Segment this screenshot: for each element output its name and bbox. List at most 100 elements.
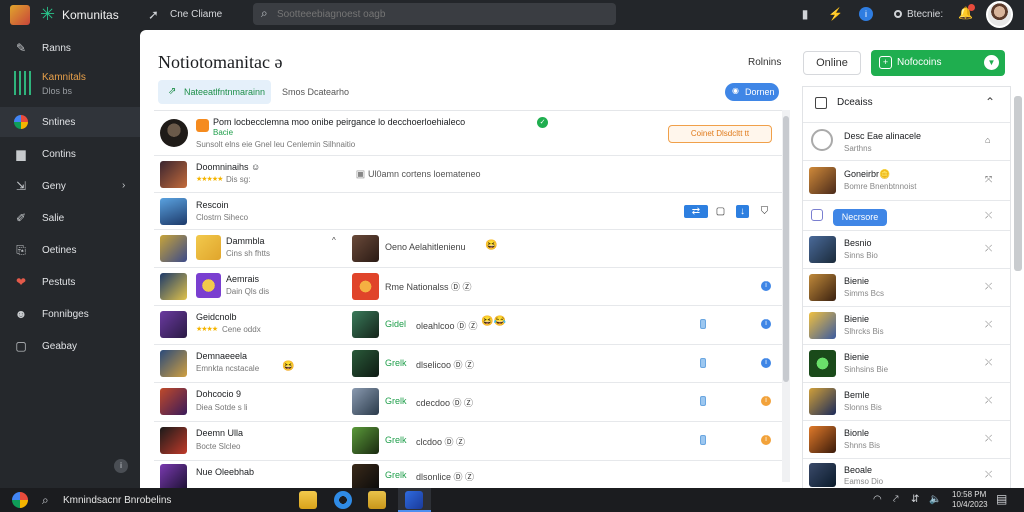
community-card[interactable]: Kamnitals Dlos bs: [0, 65, 140, 101]
toggle-icon[interactable]: ⇄: [684, 205, 708, 218]
bolt-icon[interactable]: ⚡: [828, 7, 843, 21]
right-panel-scrollbar[interactable]: [1014, 96, 1022, 271]
pin-icon[interactable]: ⤧: [985, 174, 992, 185]
right-panel-header[interactable]: Dceaiss ⌃: [803, 87, 1010, 123]
promo-row[interactable]: Pom locbecclemna moo onibe peirgance lo …: [154, 111, 782, 156]
app-logo[interactable]: [10, 5, 30, 25]
right-panel-item[interactable]: Bienie Simms Bcs ⤬: [803, 269, 1010, 307]
info-dot-icon[interactable]: i: [761, 396, 771, 406]
tab-secondary[interactable]: Smos Dcatearho: [282, 87, 349, 97]
bookmark-icon[interactable]: ▮: [798, 7, 812, 21]
right-panel-item[interactable]: Besnio Sinns Bio ⤬: [803, 231, 1010, 269]
list-item[interactable]: Geidcnolb ★★★★ Cene oddx Gidel oleahlcoo…: [154, 306, 782, 345]
list-item[interactable]: Demnaeeela Emnkta ncstacale 😆 Grelk dlse…: [154, 345, 782, 383]
close-icon[interactable]: ⤬: [985, 281, 992, 292]
notification-badge: [968, 4, 975, 11]
browser-icon[interactable]: [334, 491, 352, 509]
row-description: Oeno Aelahitlenienu: [385, 242, 466, 252]
item-pill-button[interactable]: Necrsore: [833, 209, 887, 226]
community-logo-icon: [14, 71, 32, 95]
right-panel-item[interactable]: Bionle Shnns Bis ⤬: [803, 421, 1010, 459]
top-nav-link[interactable]: Cne Cliame: [170, 9, 222, 20]
sync-icon[interactable]: ⇵: [911, 494, 919, 505]
sidebar-item-contins[interactable]: ▆ Contins: [0, 139, 140, 169]
row-description: clcdoo Ⓓ Ⓩ: [416, 437, 466, 447]
right-panel-item[interactable]: Bemle Slonns Bis ⤬: [803, 383, 1010, 421]
sidebar-item-oetines[interactable]: ⎘ Oetines: [0, 235, 140, 265]
app-icon[interactable]: [405, 491, 423, 509]
game-thumbnail: [352, 350, 379, 377]
search-icon[interactable]: ⌕: [42, 493, 49, 508]
sidebar-item-geny[interactable]: ⇲ Geny ›: [0, 171, 140, 201]
list-item[interactable]: Dammbla Cins sh fhtts ^ Oeno Aelahitleni…: [154, 230, 782, 268]
folder-icon[interactable]: ⌂: [985, 135, 990, 145]
info-icon[interactable]: i: [859, 7, 873, 21]
close-icon[interactable]: ⤬: [985, 469, 992, 480]
sidebar-item-geabay[interactable]: ▢ Geabay: [0, 331, 140, 361]
list-item[interactable]: Rescoin Clostrn Siheco ⇄ ▢ ↓ ⛉: [154, 193, 782, 230]
clock-date[interactable]: 10/4/2023: [952, 500, 988, 509]
list-item[interactable]: Aemrais Dain Qls dis Rme Nationalss Ⓓ Ⓩ …: [154, 268, 782, 306]
volume-icon[interactable]: 🔈: [929, 494, 941, 505]
close-icon[interactable]: ⤬: [985, 243, 992, 254]
list-item[interactable]: Dohcocio 9 Diea Sotde s li Grelk cdecdoo…: [154, 383, 782, 422]
window-icon[interactable]: ▢: [714, 205, 727, 218]
row-title: Rescoin: [196, 200, 229, 210]
wifi-icon[interactable]: ◠: [873, 494, 882, 505]
right-panel-item[interactable]: Necrsore ⤬: [803, 201, 1010, 231]
right-panel-item[interactable]: Bienie Sinhsins Bie ⤬: [803, 345, 1010, 383]
list-item[interactable]: Deemn Ulla Bocte Slcleo Grelk clcdoo Ⓓ Ⓩ…: [154, 422, 782, 461]
row-description: oleahlcoo Ⓓ Ⓩ: [416, 321, 478, 331]
close-icon[interactable]: ⤬: [985, 210, 992, 221]
search-input[interactable]: [277, 5, 607, 23]
sidebar-item-ranns[interactable]: ✎ Ranns: [0, 33, 140, 63]
sidebar-item-fonnibges[interactable]: ☻ Fonnibges: [0, 299, 140, 329]
info-dot-icon[interactable]: i: [761, 281, 771, 291]
start-button[interactable]: [12, 492, 28, 508]
taskbar-search-label[interactable]: Kmnindsacnr Bnrobelins: [63, 495, 171, 506]
sidebar-item-salie[interactable]: ✐ Salie: [0, 203, 140, 233]
item-title: Beoale: [844, 465, 873, 475]
right-panel-item[interactable]: Bienie Slhrcks Bis ⤬: [803, 307, 1010, 345]
sidebar-item-label: Salie: [42, 213, 65, 224]
list-item[interactable]: Doomninaihs ☺ ★★★★★ Dis sg: ▣ Ul0amn cor…: [154, 156, 782, 193]
game-thumbnail: [809, 167, 836, 194]
file-explorer-icon[interactable]: [299, 491, 317, 509]
online-button[interactable]: Online: [803, 51, 861, 75]
header-link[interactable]: Rolnins: [748, 57, 781, 68]
list-scrollbar-thumb[interactable]: [783, 116, 789, 382]
right-panel-item[interactable]: Beoale Eamso Dio ⤬: [803, 459, 1010, 489]
info-dot-icon[interactable]: i: [761, 358, 771, 368]
info-icon[interactable]: i: [114, 459, 128, 473]
right-panel-item[interactable]: Desc Eae alinacele Sarthns ⌂: [803, 123, 1010, 161]
close-icon[interactable]: ⤬: [985, 319, 992, 330]
close-icon[interactable]: ⤬: [985, 433, 992, 444]
close-icon[interactable]: ⤬: [985, 395, 992, 406]
list-item[interactable]: Nue Oleebhab Grelk dlsonlice Ⓓ Ⓩ: [154, 461, 782, 491]
user-avatar[interactable]: [986, 1, 1013, 28]
item-title: Bienie: [844, 352, 870, 362]
bookmark-icon[interactable]: ⛉: [758, 205, 771, 218]
download-icon[interactable]: ↓: [736, 205, 749, 218]
sidebar-item-sntines[interactable]: ● Sntines: [0, 107, 140, 137]
share-icon[interactable]: ⤤: [893, 494, 899, 505]
sidebar-item-pestuts[interactable]: ❤ Pestuts: [0, 267, 140, 297]
chevron-up-icon[interactable]: ^: [332, 236, 336, 245]
chevron-down-icon[interactable]: ▼: [984, 55, 999, 70]
primary-action-button[interactable]: + Nofocoins ▼: [871, 50, 1005, 76]
close-icon[interactable]: ⤬: [985, 357, 992, 368]
clock-time[interactable]: 10:58 PM: [952, 490, 986, 499]
status-label[interactable]: Btecnie:: [907, 9, 943, 20]
search-bar[interactable]: ⌕: [253, 3, 616, 25]
game-thumbnail: [809, 236, 836, 263]
info-dot-icon[interactable]: i: [761, 319, 771, 329]
folder-icon[interactable]: [368, 491, 386, 509]
right-panel-item[interactable]: Goneirbr🪙 Bomre Bnenbtnnoist ⤧: [803, 161, 1010, 201]
game-thumbnail: [352, 235, 379, 262]
tab-active[interactable]: ⇗ Nateeatlfntnmarainn: [158, 80, 271, 104]
filter-pill[interactable]: ◉ Dornen: [725, 83, 779, 101]
chevron-up-icon[interactable]: ⌃: [985, 95, 995, 109]
info-dot-icon[interactable]: i: [761, 435, 771, 445]
notifications-icon[interactable]: ▤: [996, 492, 1007, 506]
promo-badge[interactable]: Coinet Dlsdcltt tt: [668, 125, 772, 143]
